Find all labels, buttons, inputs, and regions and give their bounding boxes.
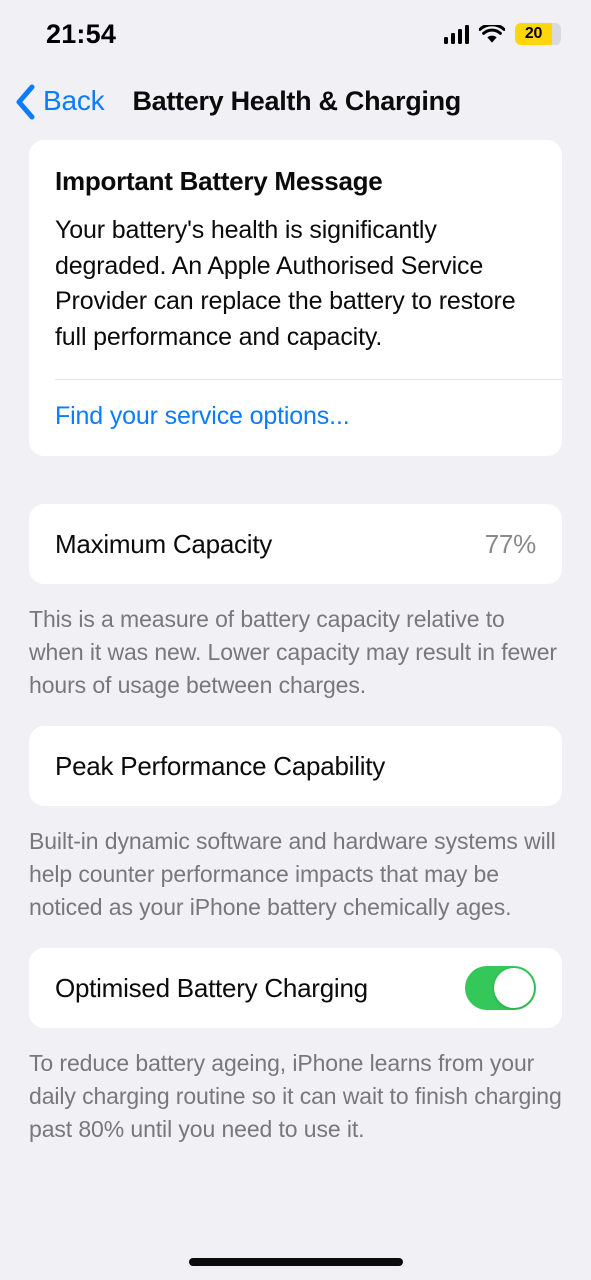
page-title: Battery Health & Charging [132,85,462,116]
status-bar-time: 21:54 [46,18,117,49]
back-button[interactable]: Back [14,83,105,120]
peak-performance-footer: Built-in dynamic software and hardware s… [29,828,556,920]
maximum-capacity-footer: This is a measure of battery capacity re… [29,606,557,698]
peak-performance-label: Peak Performance Capability [55,750,385,781]
iphone-settings-screen: 21:54 20 Back Battery Health & Charging … [0,0,591,1280]
home-indicator[interactable] [188,1258,403,1266]
maximum-capacity-row[interactable]: Maximum Capacity 77% [29,504,562,584]
optimised-battery-charging-toggle[interactable] [465,966,536,1010]
back-button-label: Back [43,85,105,116]
settings-content: Important Battery Message Your battery's… [0,140,591,1146]
optimised-battery-charging-footer: To reduce battery ageing, iPhone learns … [29,1050,562,1142]
message-card-body: Your battery's health is significantly d… [55,216,516,351]
status-bar-indicators: 20 [443,23,561,45]
navigation-bar: Back Battery Health & Charging [0,62,591,140]
battery-level-text: 20 [524,25,543,42]
chevron-left-icon [14,83,36,120]
cellular-signal-icon [443,24,469,44]
maximum-capacity-value: 77% [484,528,537,559]
status-bar: 21:54 20 [0,0,591,62]
important-battery-message-card: Important Battery Message Your battery's… [29,140,562,456]
battery-indicator: 20 [515,23,561,45]
find-service-options-link[interactable]: Find your service options... [29,380,562,456]
toggle-knob [494,968,534,1008]
wifi-icon [479,24,505,44]
message-card-title: Important Battery Message [55,166,383,196]
maximum-capacity-label: Maximum Capacity [55,528,273,559]
message-card-text-block: Important Battery Message Your battery's… [29,140,562,379]
peak-performance-row[interactable]: Peak Performance Capability [29,726,562,806]
optimised-battery-charging-row[interactable]: Optimised Battery Charging [29,948,562,1028]
optimised-battery-charging-label: Optimised Battery Charging [55,972,368,1003]
